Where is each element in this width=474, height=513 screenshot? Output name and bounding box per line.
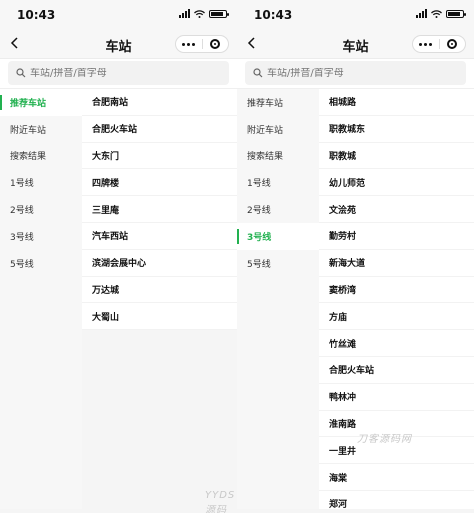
station-picker: 推荐车站 附近车站 搜索结果 1号线 2号线 3号线 5号线 相城路 职教城东 …: [237, 89, 474, 510]
more-icon[interactable]: [176, 36, 202, 52]
station-list: 合肥南站 合肥火车站 大东门 四牌楼 三里庵 汽车西站 滨湖会展中心 万达城 大…: [82, 89, 237, 509]
station-item[interactable]: 合肥火车站: [82, 116, 237, 143]
station-item[interactable]: 竹丝滩: [319, 330, 474, 357]
nav-bar: 车站: [0, 30, 237, 59]
station-item[interactable]: 合肥火车站: [319, 357, 474, 384]
station-item[interactable]: 方庙: [319, 303, 474, 331]
station-item[interactable]: 幼儿师范: [319, 169, 474, 197]
sidebar-item-recommended[interactable]: 推荐车站: [237, 89, 319, 116]
search-input[interactable]: [26, 67, 210, 79]
sidebar-item-search-results[interactable]: 搜索结果: [0, 143, 82, 170]
station-item[interactable]: 勤劳村: [319, 223, 474, 250]
more-icon[interactable]: [413, 36, 439, 52]
sidebar-item-line-5[interactable]: 5号线: [0, 250, 82, 277]
station-item[interactable]: 汽车西站: [82, 223, 237, 250]
sidebar-item-search-results[interactable]: 搜索结果: [237, 143, 319, 170]
status-bar: 10:43: [237, 0, 474, 30]
search-input[interactable]: [263, 67, 447, 79]
station-picker: 推荐车站 附近车站 搜索结果 1号线 2号线 3号线 5号线 合肥南站 合肥火车…: [0, 89, 237, 509]
sidebar-item-line-3[interactable]: 3号线: [237, 222, 319, 250]
station-item[interactable]: 相城路: [319, 89, 474, 116]
sidebar-item-nearby[interactable]: 附近车站: [237, 116, 319, 143]
search-bar: [237, 59, 474, 89]
search-bar: [0, 59, 237, 89]
mini-program-capsule: [175, 35, 229, 53]
station-item[interactable]: 文浍苑: [319, 196, 474, 223]
station-item[interactable]: 职教城: [319, 143, 474, 170]
signal-icon: [179, 9, 190, 18]
nav-bar: 车站: [237, 30, 474, 59]
station-list: 相城路 职教城东 职教城 幼儿师范 文浍苑 勤劳村 新海大道 窦桥湾 方庙 竹丝…: [319, 89, 474, 510]
status-icons: [416, 9, 466, 18]
phone-screen-line-3: 10:43 车站 车站/拼音/首字母 推荐车站 附近车站 搜索结果 1号线 2号…: [237, 0, 474, 513]
battery-icon: [446, 9, 466, 18]
sidebar-item-line-5[interactable]: 5号线: [237, 250, 319, 277]
station-item[interactable]: 大蜀山: [82, 303, 237, 331]
wifi-icon: [431, 9, 442, 18]
sidebar-item-line-2[interactable]: 2号线: [0, 196, 82, 223]
search-icon: [16, 68, 26, 78]
sidebar-item-line-3[interactable]: 3号线: [0, 223, 82, 250]
sidebar-item-line-1[interactable]: 1号线: [0, 169, 82, 196]
wifi-icon: [194, 9, 205, 18]
search-box[interactable]: [245, 61, 466, 85]
signal-icon: [416, 9, 427, 18]
watermark-text: 刀客源码网: [357, 434, 412, 445]
station-item[interactable]: 鸭林冲: [319, 384, 474, 411]
status-icons: [179, 9, 229, 18]
station-item[interactable]: 万达城: [82, 277, 237, 304]
line-sidebar: 推荐车站 附近车站 搜索结果 1号线 2号线 3号线 5号线: [0, 89, 82, 509]
battery-icon: [209, 9, 229, 18]
station-item[interactable]: 滨湖会展中心: [82, 250, 237, 277]
station-item[interactable]: 海棠: [319, 464, 474, 491]
close-icon[interactable]: [440, 36, 466, 52]
search-icon: [253, 68, 263, 78]
close-icon[interactable]: [203, 36, 229, 52]
sidebar-item-nearby[interactable]: 附近车站: [0, 116, 82, 143]
search-box[interactable]: [8, 61, 229, 85]
station-item[interactable]: 郑河: [319, 491, 474, 513]
sidebar-item-recommended[interactable]: 推荐车站: [0, 89, 82, 116]
phone-screen-recommended: 10:43 车站 车站/拼音/首字母 推荐车站 附近车站 搜索结果 1号线 2号…: [0, 0, 237, 513]
station-item[interactable]: 新海大道: [319, 250, 474, 277]
station-item[interactable]: 职教城东: [319, 116, 474, 143]
watermark-text: YYDS源码网: [205, 490, 236, 513]
station-item[interactable]: 窦桥湾: [319, 277, 474, 304]
sidebar-item-line-1[interactable]: 1号线: [237, 169, 319, 196]
station-item[interactable]: 三里庵: [82, 196, 237, 223]
station-item[interactable]: 四牌楼: [82, 169, 237, 197]
sidebar-item-line-2[interactable]: 2号线: [237, 196, 319, 223]
station-item[interactable]: 大东门: [82, 143, 237, 170]
status-bar: 10:43: [0, 0, 237, 30]
status-time: 10:43: [17, 8, 56, 22]
status-time: 10:43: [254, 8, 293, 22]
mini-program-capsule: [412, 35, 466, 53]
line-sidebar: 推荐车站 附近车站 搜索结果 1号线 2号线 3号线 5号线: [237, 89, 319, 509]
station-item[interactable]: 合肥南站: [82, 89, 237, 116]
